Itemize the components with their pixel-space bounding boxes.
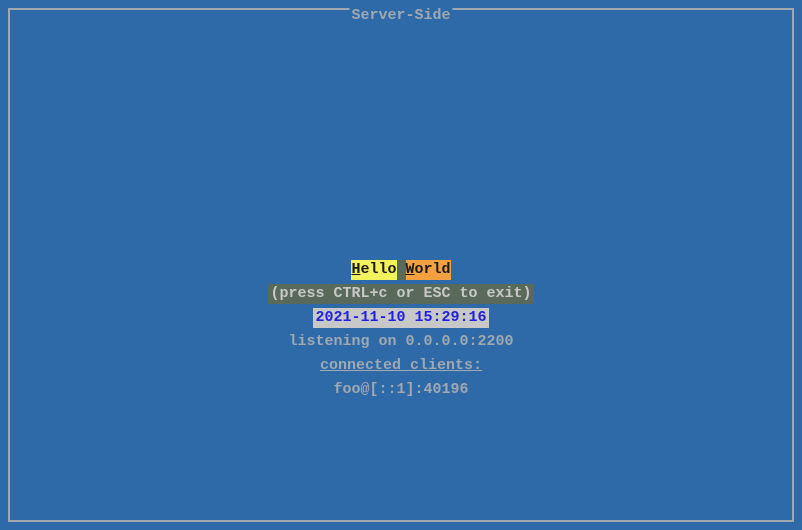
hello-button[interactable]: Hello (351, 260, 396, 280)
world-rest: orld (415, 261, 451, 278)
clients-header: connected clients: (320, 356, 482, 376)
frame-title: Server-Side (349, 8, 452, 23)
clients-header-row: connected clients: (320, 356, 482, 376)
content-area: Hello World (press CTRL+c or ESC to exit… (10, 260, 792, 400)
timestamp-row: 2021-11-10 15:29:16 (313, 308, 488, 328)
greeting-row: Hello World (351, 260, 450, 280)
world-button[interactable]: World (406, 260, 451, 280)
timestamp: 2021-11-10 15:29:16 (313, 308, 488, 328)
exit-hint-row: (press CTRL+c or ESC to exit) (268, 284, 533, 304)
exit-hint: (press CTRL+c or ESC to exit) (268, 284, 533, 304)
listening-row: listening on 0.0.0.0:2200 (288, 332, 513, 352)
listening-address: listening on 0.0.0.0:2200 (288, 332, 513, 352)
greeting-separator (397, 260, 406, 280)
world-shortcut-letter: W (406, 261, 415, 278)
hello-rest: ello (360, 261, 396, 278)
client-row: foo@[::1]:40196 (333, 380, 468, 400)
frame-border: Server-Side Hello World (press CTRL+c or… (8, 8, 794, 522)
client-entry: foo@[::1]:40196 (333, 380, 468, 400)
